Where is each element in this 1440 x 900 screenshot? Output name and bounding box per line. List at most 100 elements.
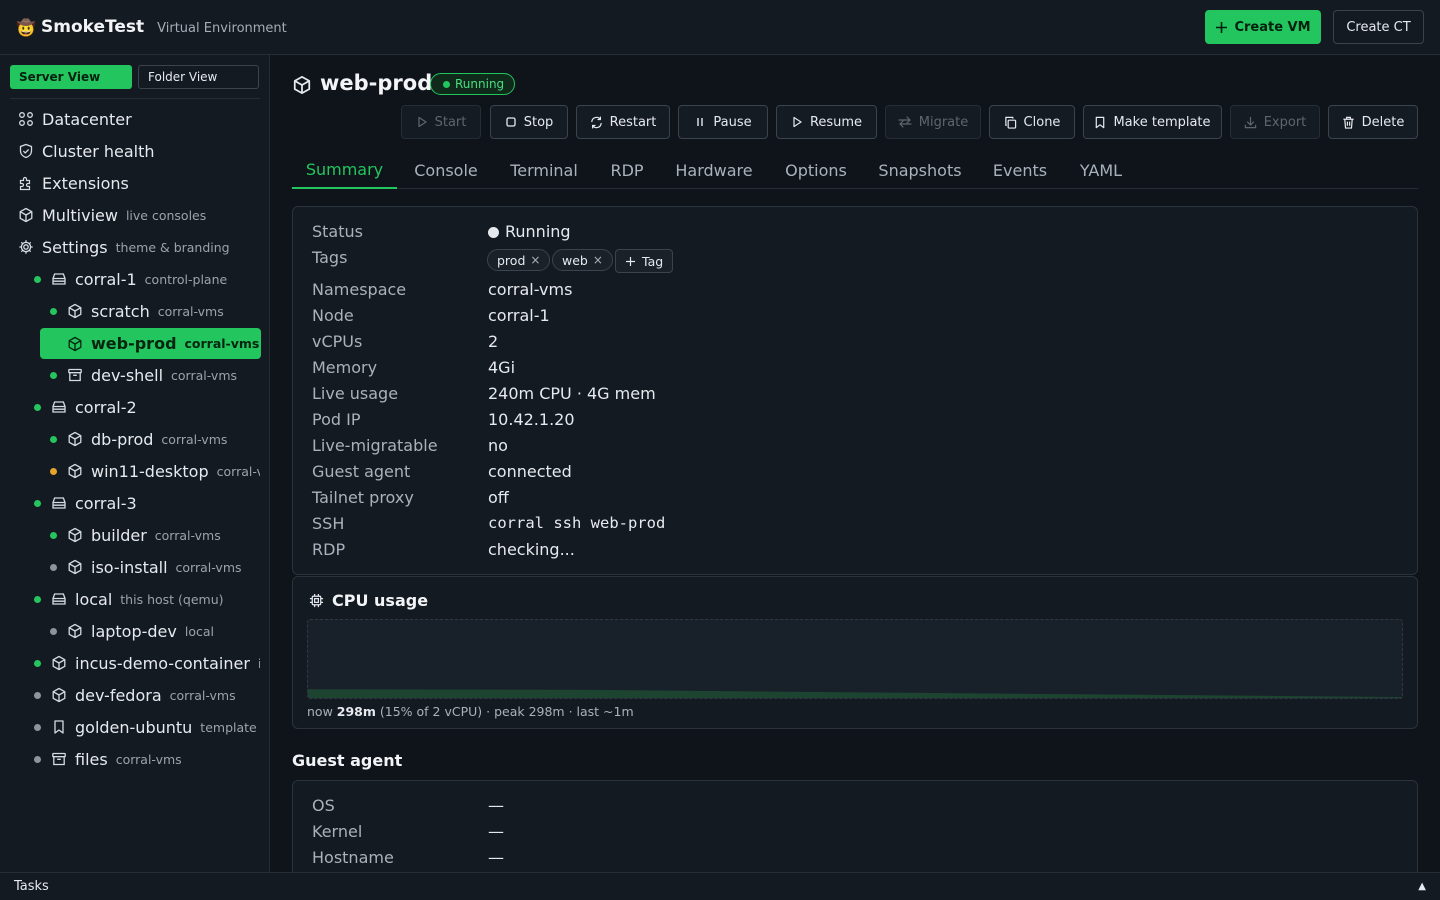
create-ct-button[interactable]: Create CT bbox=[1333, 10, 1424, 44]
server-icon bbox=[52, 401, 66, 413]
server-icon bbox=[52, 593, 66, 605]
shield-check-icon bbox=[19, 143, 33, 159]
tree-node-label: builder bbox=[91, 525, 147, 545]
create-vm-button[interactable]: Create VM bbox=[1205, 10, 1321, 44]
export-button[interactable]: Export bbox=[1230, 105, 1320, 139]
tab-summary[interactable]: Summary bbox=[292, 151, 397, 189]
tab-yaml[interactable]: YAML bbox=[1070, 151, 1132, 189]
ssh-key: SSH bbox=[312, 514, 345, 533]
tree-node-label: dev-shell bbox=[91, 365, 164, 385]
server-icon bbox=[52, 273, 66, 285]
tree-ct-incus-demo-container[interactable]: incus-demo-container incus bbox=[34, 647, 260, 679]
remove-tag-icon[interactable]: × bbox=[593, 253, 603, 267]
grid-icon bbox=[19, 112, 33, 126]
tag-label: prod bbox=[497, 252, 526, 268]
tag-chip-web[interactable]: web × bbox=[552, 249, 613, 271]
tasks-bar[interactable]: Tasks ▲ bbox=[0, 872, 1440, 900]
clone-button[interactable]: Clone bbox=[989, 105, 1075, 139]
bookmark-icon bbox=[1096, 116, 1105, 128]
tab-options[interactable]: Options bbox=[774, 151, 858, 189]
namespace-key: Namespace bbox=[312, 280, 407, 299]
tree-vm-builder[interactable]: builder corral-vms bbox=[50, 519, 260, 551]
tree-node-local[interactable]: local this host (qemu) bbox=[34, 583, 260, 615]
cube-icon bbox=[68, 336, 82, 351]
export-label: Export bbox=[1263, 114, 1307, 130]
cpu-usage-title: CPU usage bbox=[332, 591, 429, 610]
play-icon bbox=[418, 116, 427, 128]
live-usage-key: Live usage bbox=[312, 384, 399, 403]
expand-arrow-icon[interactable]: ▲ bbox=[1418, 881, 1426, 892]
tab-snapshots[interactable]: Snapshots bbox=[870, 151, 970, 189]
tree-node-corral-2[interactable]: corral-2 bbox=[34, 391, 260, 423]
tree-node-sub: local bbox=[184, 623, 215, 639]
tab-hardware[interactable]: Hardware bbox=[666, 151, 762, 189]
status-dot bbox=[34, 595, 41, 603]
sidebar-item-datacenter[interactable]: Datacenter bbox=[18, 103, 260, 135]
tree-vm-db-prod[interactable]: db-prod corral-vms bbox=[50, 423, 260, 455]
tree-vm-win11-desktop[interactable]: win11-desktop corral-vms bbox=[50, 455, 260, 487]
tag-chip-prod[interactable]: prod × bbox=[487, 249, 551, 271]
copy-icon bbox=[1004, 116, 1016, 129]
rdp-key: RDP bbox=[312, 540, 346, 559]
folder-view-button[interactable]: Folder View bbox=[138, 65, 259, 89]
pause-button[interactable]: Pause bbox=[678, 105, 768, 139]
server-view-button[interactable]: Server View bbox=[10, 65, 132, 89]
cpu-usage-area bbox=[308, 689, 1402, 698]
tree-node-sub: corral-vms bbox=[154, 527, 221, 543]
tree-node-sub: corral-vms bbox=[171, 367, 238, 383]
delete-button[interactable]: Delete bbox=[1328, 105, 1418, 139]
migrate-arrows-icon bbox=[898, 116, 912, 128]
rdp-value: checking... bbox=[488, 540, 575, 559]
cube-icon bbox=[68, 527, 82, 543]
memory-value: 4Gi bbox=[488, 358, 516, 377]
add-tag-button[interactable]: Tag bbox=[615, 249, 674, 273]
tree-node-label: iso-install bbox=[91, 557, 168, 577]
pod-ip-key: Pod IP bbox=[312, 410, 361, 429]
migrate-button[interactable]: Migrate bbox=[885, 105, 981, 139]
play-icon bbox=[793, 116, 802, 128]
cpu-caption-detail: (15% of 2 vCPU) · peak 298m · last ~1m bbox=[379, 704, 634, 719]
sidebar-item-extensions[interactable]: Extensions bbox=[18, 167, 260, 199]
tree-vm-dev-fedora[interactable]: dev-fedora corral-vms bbox=[34, 679, 260, 711]
ssh-command[interactable]: corral ssh web-prod bbox=[488, 514, 665, 532]
tab-console[interactable]: Console bbox=[404, 151, 488, 189]
tab-terminal[interactable]: Terminal bbox=[500, 151, 588, 189]
vm-title: web-prod bbox=[320, 71, 433, 95]
status-badge-label: Running bbox=[455, 77, 505, 91]
migrate-label: Migrate bbox=[918, 114, 969, 130]
clone-label: Clone bbox=[1023, 114, 1061, 130]
tab-events[interactable]: Events bbox=[982, 151, 1058, 189]
start-button[interactable]: Start bbox=[401, 105, 481, 139]
tree-vm-iso-install[interactable]: iso-install corral-vms bbox=[50, 551, 260, 583]
tree-ct-files[interactable]: files corral-vms bbox=[34, 743, 260, 775]
tree-vm-web-prod[interactable]: web-prod corral-vms bbox=[40, 328, 261, 359]
remove-tag-icon[interactable]: × bbox=[530, 253, 540, 267]
sidebar-item-cluster-health[interactable]: Cluster health bbox=[18, 135, 260, 167]
tree-node-corral-3[interactable]: corral-3 bbox=[34, 487, 260, 519]
tree-ct-dev-shell[interactable]: dev-shell corral-vms bbox=[50, 359, 260, 391]
kernel-key: Kernel bbox=[312, 822, 363, 841]
sidebar-item-settings[interactable]: Settings theme & branding bbox=[18, 231, 260, 263]
tree-template-golden-ubuntu[interactable]: golden-ubuntu template bbox=[34, 711, 260, 743]
tab-rdp[interactable]: RDP bbox=[600, 151, 654, 189]
status-dot bbox=[50, 627, 57, 635]
tree-vm-laptop-dev[interactable]: laptop-dev local bbox=[50, 615, 260, 647]
resume-button[interactable]: Resume bbox=[776, 105, 877, 139]
make-template-button[interactable]: Make template bbox=[1083, 105, 1222, 139]
tree-node-sub: corral-vms bbox=[216, 463, 260, 479]
server-icon bbox=[52, 497, 66, 509]
cube-icon bbox=[293, 76, 311, 94]
sidebar-item-multiview[interactable]: Multiview live consoles bbox=[18, 199, 260, 231]
view-toggle: Server View Folder View bbox=[10, 65, 260, 89]
tree-vm-scratch[interactable]: scratch corral-vms bbox=[50, 295, 260, 327]
tree-node-corral-1[interactable]: corral-1 control-plane bbox=[34, 263, 260, 295]
status-dot bbox=[34, 499, 41, 507]
resume-label: Resume bbox=[809, 114, 863, 130]
brand[interactable]: 🤠 SmokeTest Virtual Environment bbox=[16, 17, 287, 37]
restart-button[interactable]: Restart bbox=[576, 105, 670, 139]
hostname-key: Hostname bbox=[312, 848, 394, 867]
status-dot bbox=[34, 275, 41, 283]
cpu-usage-chart bbox=[307, 619, 1403, 699]
stop-button[interactable]: Stop bbox=[490, 105, 568, 139]
delete-label: Delete bbox=[1361, 114, 1405, 130]
